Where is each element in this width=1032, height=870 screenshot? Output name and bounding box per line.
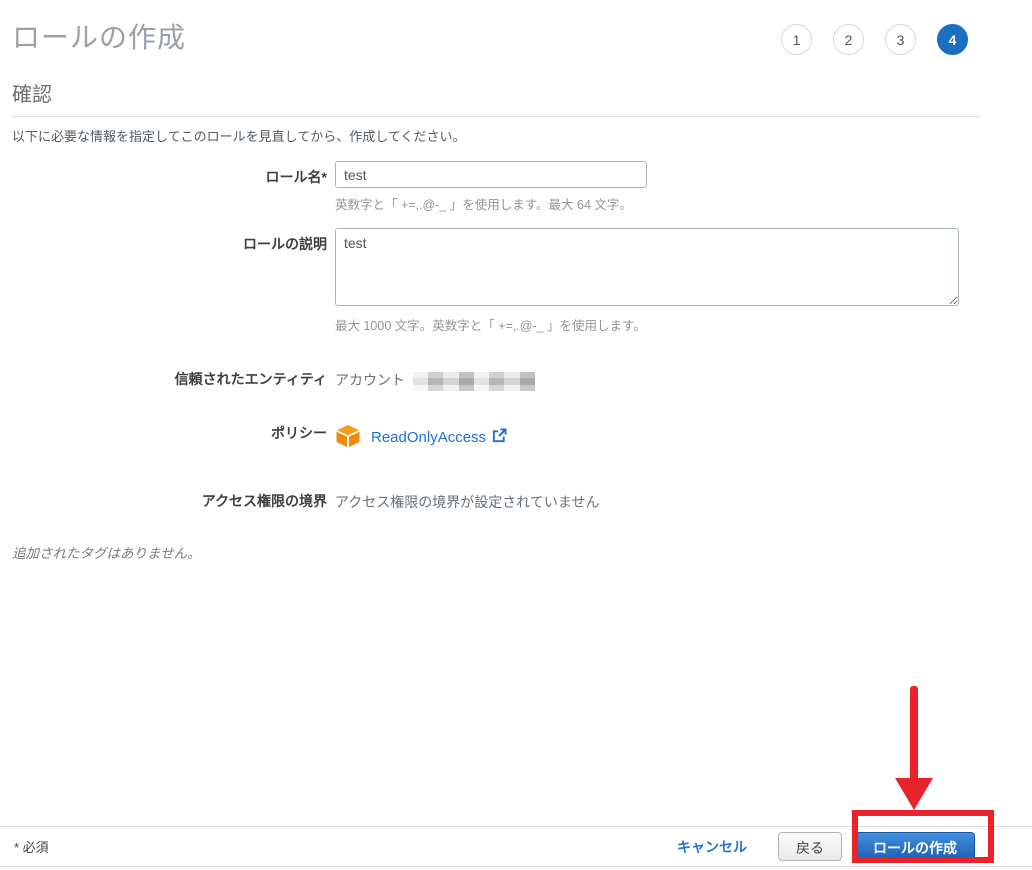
required-fields-note: * 必須 <box>14 840 49 855</box>
policy-link-readonlyaccess[interactable]: ReadOnlyAccess <box>371 428 507 447</box>
permissions-boundary-label: アクセス権限の境界 <box>201 492 327 509</box>
annotation-arrow-icon <box>893 684 935 816</box>
no-tags-note: 追加されたタグはありません。 <box>12 545 201 561</box>
footer-actions: キャンセル 戻る ロールの作成 <box>677 831 975 862</box>
section-heading-review: 確認 <box>12 84 52 106</box>
create-role-review-page: 1 2 3 4 ロールの作成 確認 以下に必要な情報を指定してこのロールを見直し… <box>0 0 1032 870</box>
step-3-indicator: 3 <box>885 24 916 55</box>
permissions-boundary-value: アクセス権限の境界が設定されていません <box>335 493 600 510</box>
policy-link-label: ReadOnlyAccess <box>371 428 487 446</box>
role-description-row: ロールの説明 test 最大 1000 文字。英数字と「 +=,.@-_ 」を使… <box>12 228 1020 334</box>
section-divider <box>12 116 980 117</box>
trusted-entities-row: 信頼されたエンティティ アカウント <box>12 370 1020 391</box>
managed-policy-cube-icon <box>335 424 361 451</box>
permissions-boundary-row: アクセス権限の境界 アクセス権限の境界が設定されていません <box>12 492 1020 512</box>
external-link-icon <box>492 428 507 447</box>
role-name-row: ロール名* 英数字と「 +=,.@-_ 」を使用します。最大 64 文字。 <box>12 161 1020 213</box>
redacted-account-id <box>412 371 535 391</box>
step-1-indicator: 1 <box>781 24 812 55</box>
step-2-indicator: 2 <box>833 24 864 55</box>
trusted-entities-value: アカウント <box>335 372 405 388</box>
back-button[interactable]: 戻る <box>778 832 842 861</box>
role-name-helper-text: 英数字と「 +=,.@-_ 」を使用します。最大 64 文字。 <box>335 198 632 212</box>
wizard-step-indicator: 1 2 3 4 <box>781 24 968 55</box>
trusted-entities-label: 信頼されたエンティティ <box>174 371 327 387</box>
role-description-label: ロールの説明 <box>243 236 327 252</box>
wizard-footer-bar: * 必須 キャンセル 戻る ロールの作成 <box>0 826 1032 867</box>
review-instructions: 以下に必要な情報を指定してこのロールを見直してから、作成してください。 <box>12 129 466 144</box>
role-name-label: ロール名* <box>265 169 327 185</box>
policies-row: ポリシー ReadOnlyAccess <box>12 424 1020 451</box>
role-name-input[interactable] <box>335 161 647 188</box>
create-role-button[interactable]: ロールの作成 <box>855 831 975 862</box>
policies-label: ポリシー <box>271 424 327 441</box>
role-description-helper-text: 最大 1000 文字。英数字と「 +=,.@-_ 」を使用します。 <box>335 319 646 333</box>
cancel-link[interactable]: キャンセル <box>677 837 747 857</box>
role-description-textarea[interactable]: test <box>335 228 959 306</box>
step-4-indicator-active: 4 <box>937 24 968 55</box>
